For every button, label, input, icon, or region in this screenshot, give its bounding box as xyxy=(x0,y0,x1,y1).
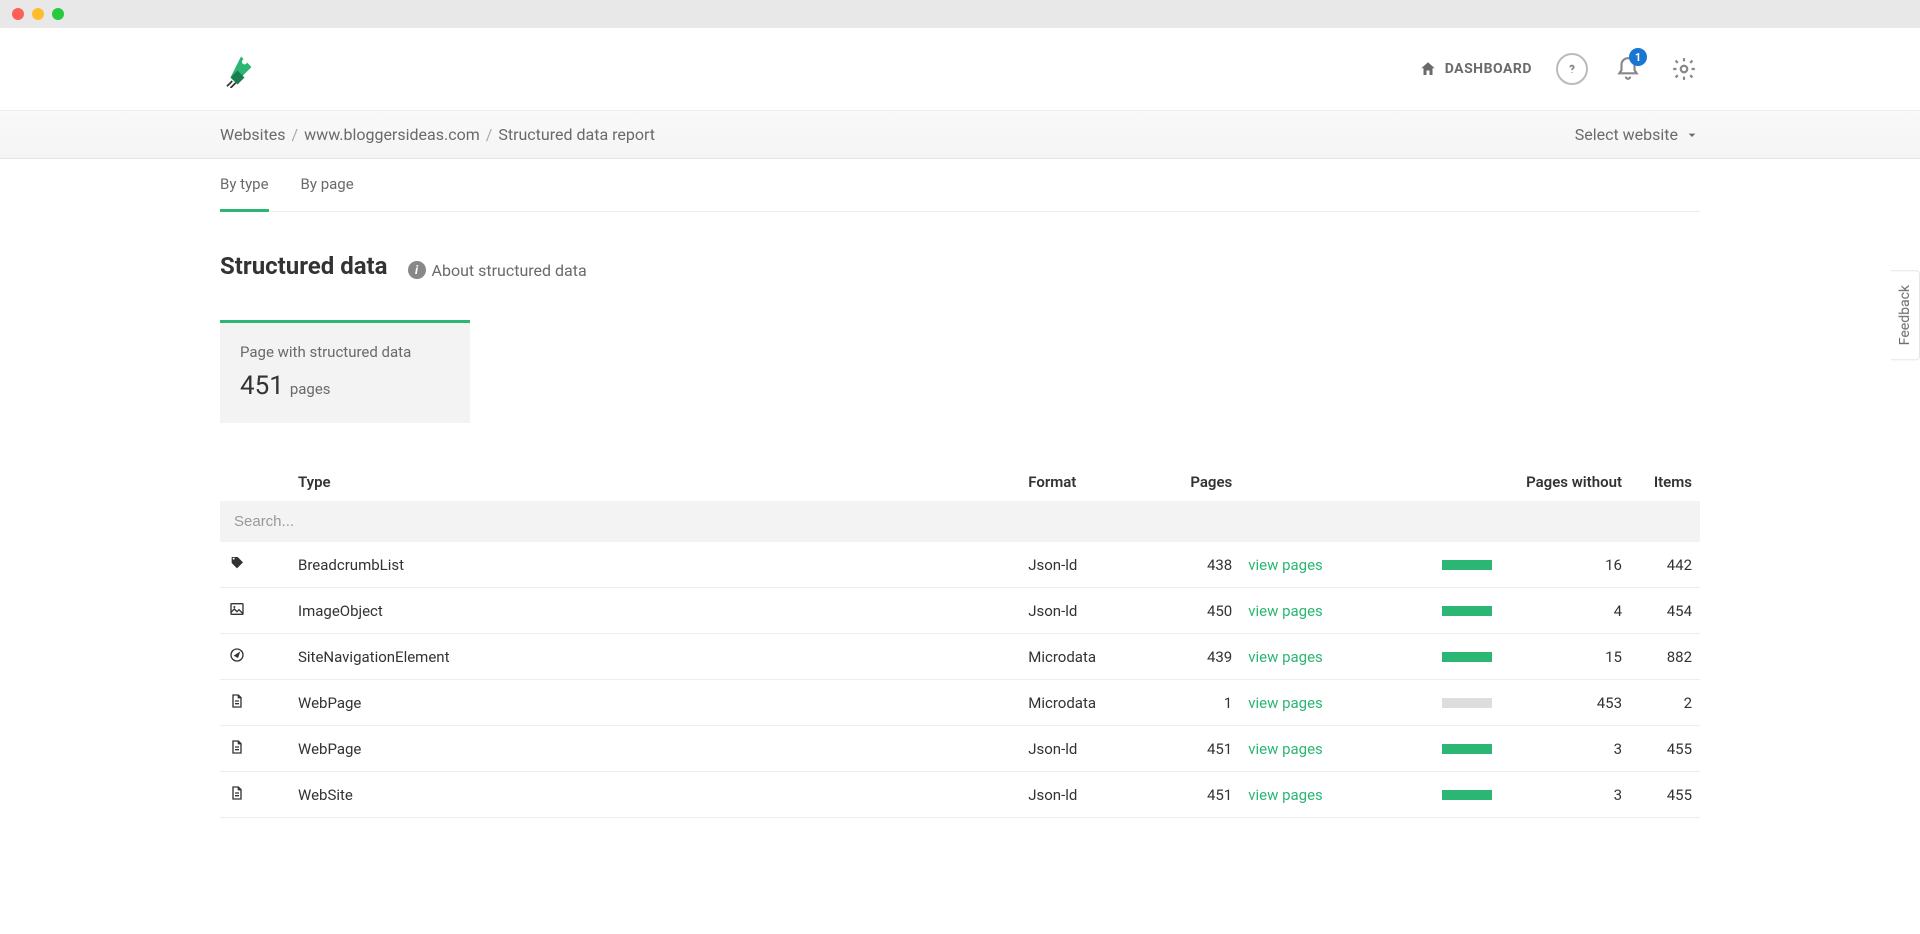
cell-format: Microdata xyxy=(1020,680,1150,726)
cell-pages-without: 15 xyxy=(1500,634,1630,680)
cell-items: 2 xyxy=(1630,680,1700,726)
structured-data-table: Type Format Pages Pages without Items Br… xyxy=(220,463,1700,818)
traffic-minimize-icon[interactable] xyxy=(32,8,44,20)
image-icon xyxy=(228,600,246,618)
cell-items: 454 xyxy=(1630,588,1700,634)
notifications-button[interactable]: 1 xyxy=(1612,53,1644,85)
table-row: BreadcrumbListJson-ld438 view pages 16442 xyxy=(220,542,1700,588)
table-row: WebPageMicrodata1 view pages 4532 xyxy=(220,680,1700,726)
cell-items: 442 xyxy=(1630,542,1700,588)
cell-format: Json-ld xyxy=(1020,542,1150,588)
table-row: ImageObjectJson-ld450 view pages 4454 xyxy=(220,588,1700,634)
cell-pages: 438 xyxy=(1150,542,1240,588)
cell-items: 882 xyxy=(1630,634,1700,680)
table-row: SiteNavigationElementMicrodata439 view pa… xyxy=(220,634,1700,680)
th-type[interactable]: Type xyxy=(290,463,1020,501)
chevron-down-icon xyxy=(1684,127,1700,143)
coverage-bar xyxy=(1442,790,1492,800)
view-pages-link[interactable]: view pages xyxy=(1248,648,1323,666)
view-pages-link[interactable]: view pages xyxy=(1248,556,1323,574)
settings-button[interactable] xyxy=(1668,53,1700,85)
cell-format: Microdata xyxy=(1020,634,1150,680)
cell-pages-without: 4 xyxy=(1500,588,1630,634)
cell-type: ImageObject xyxy=(290,588,1020,634)
cell-type: BreadcrumbList xyxy=(290,542,1020,588)
th-format[interactable]: Format xyxy=(1020,463,1150,501)
info-icon: i xyxy=(408,261,426,279)
feedback-tab[interactable]: Feedback xyxy=(1891,270,1920,360)
cell-items: 455 xyxy=(1630,726,1700,772)
summary-unit: pages xyxy=(290,380,331,398)
coverage-bar xyxy=(1442,744,1492,754)
document-icon xyxy=(228,784,246,802)
tabs: By type By page xyxy=(220,159,1700,212)
breadcrumb-sep: / xyxy=(292,125,299,144)
traffic-zoom-icon[interactable] xyxy=(52,8,64,20)
window-chrome xyxy=(0,0,1920,28)
cell-pages: 451 xyxy=(1150,772,1240,818)
page-title: Structured data xyxy=(220,252,388,280)
th-pages[interactable]: Pages xyxy=(1150,463,1240,501)
breadcrumb-sep: / xyxy=(486,125,493,144)
cell-pages: 450 xyxy=(1150,588,1240,634)
summary-label: Page with structured data xyxy=(240,343,450,361)
cell-type: SiteNavigationElement xyxy=(290,634,1020,680)
document-icon xyxy=(228,738,246,756)
cell-type: WebPage xyxy=(290,726,1020,772)
help-icon xyxy=(1565,62,1579,76)
tag-icon xyxy=(228,554,246,572)
cell-items: 455 xyxy=(1630,772,1700,818)
cell-pages-without: 3 xyxy=(1500,772,1630,818)
th-pages-without[interactable]: Pages without xyxy=(1500,463,1630,501)
summary-number: 451 xyxy=(240,371,284,401)
cell-pages: 439 xyxy=(1150,634,1240,680)
breadcrumb: Websites / www.bloggersideas.com / Struc… xyxy=(220,125,655,144)
cell-format: Json-ld xyxy=(1020,772,1150,818)
compass-icon xyxy=(228,646,246,664)
coverage-bar xyxy=(1442,606,1492,616)
table-row: WebSiteJson-ld451 view pages 3455 xyxy=(220,772,1700,818)
gear-icon xyxy=(1671,56,1697,82)
th-items[interactable]: Items xyxy=(1630,463,1700,501)
help-button[interactable] xyxy=(1556,53,1588,85)
cell-format: Json-ld xyxy=(1020,726,1150,772)
coverage-bar xyxy=(1442,698,1492,708)
cell-pages-without: 16 xyxy=(1500,542,1630,588)
breadcrumb-bar: Websites / www.bloggersideas.com / Struc… xyxy=(0,111,1920,159)
about-link[interactable]: i About structured data xyxy=(408,261,587,280)
app-header: DASHBOARD 1 xyxy=(0,28,1920,111)
coverage-bar xyxy=(1442,652,1492,662)
about-label: About structured data xyxy=(432,261,587,280)
breadcrumb-item-report: Structured data report xyxy=(498,125,655,144)
dashboard-label: DASHBOARD xyxy=(1445,61,1532,77)
home-icon xyxy=(1419,60,1437,78)
summary-card: Page with structured data 451 pages xyxy=(220,320,470,423)
breadcrumb-item-site[interactable]: www.bloggersideas.com xyxy=(304,125,480,144)
view-pages-link[interactable]: view pages xyxy=(1248,694,1323,712)
cell-type: WebPage xyxy=(290,680,1020,726)
notification-badge: 1 xyxy=(1629,48,1647,66)
view-pages-link[interactable]: view pages xyxy=(1248,602,1323,620)
dashboard-link[interactable]: DASHBOARD xyxy=(1419,60,1532,78)
cell-pages: 1 xyxy=(1150,680,1240,726)
cell-pages: 451 xyxy=(1150,726,1240,772)
search-input[interactable] xyxy=(220,501,1700,542)
cell-type: WebSite xyxy=(290,772,1020,818)
cell-pages-without: 453 xyxy=(1500,680,1630,726)
breadcrumb-item-websites[interactable]: Websites xyxy=(220,125,286,144)
cell-pages-without: 3 xyxy=(1500,726,1630,772)
select-website-label: Select website xyxy=(1575,125,1678,144)
document-icon xyxy=(228,692,246,710)
tab-by-page[interactable]: By page xyxy=(301,159,354,212)
cell-format: Json-ld xyxy=(1020,588,1150,634)
view-pages-link[interactable]: view pages xyxy=(1248,740,1323,758)
view-pages-link[interactable]: view pages xyxy=(1248,786,1323,804)
table-row: WebPageJson-ld451 view pages 3455 xyxy=(220,726,1700,772)
coverage-bar xyxy=(1442,560,1492,570)
select-website-dropdown[interactable]: Select website xyxy=(1575,125,1700,144)
app-logo[interactable] xyxy=(220,46,262,92)
tab-by-type[interactable]: By type xyxy=(220,159,269,212)
traffic-close-icon[interactable] xyxy=(12,8,24,20)
